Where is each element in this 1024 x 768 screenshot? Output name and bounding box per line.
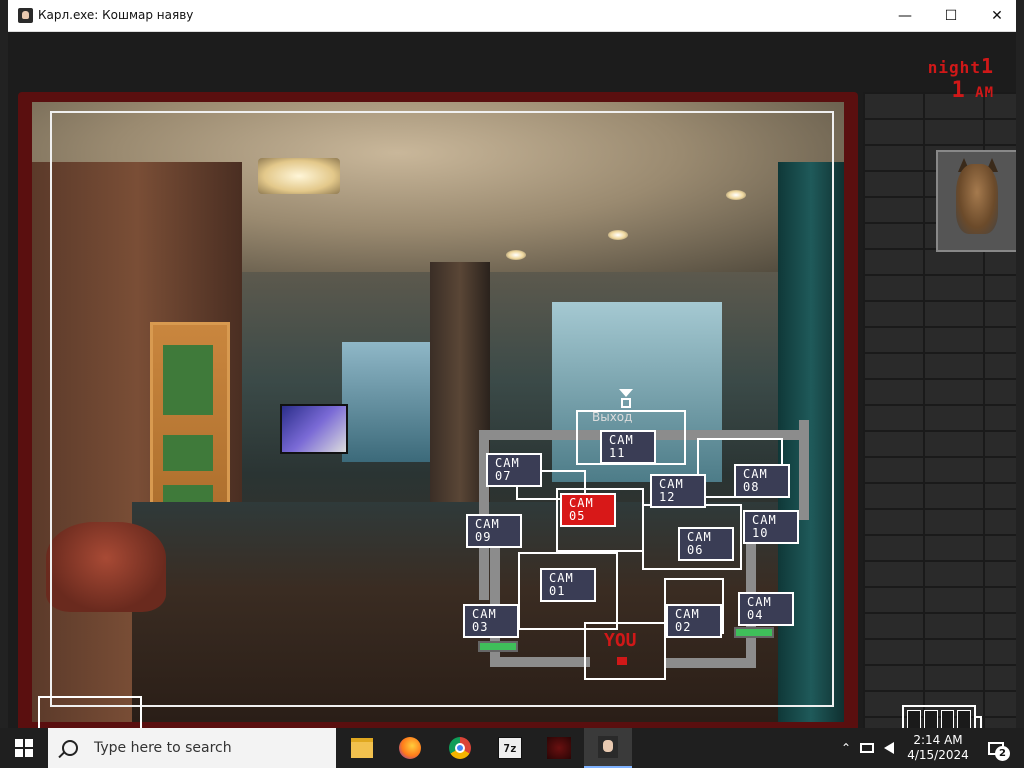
map-wall [490, 657, 590, 667]
active-app-button[interactable] [584, 728, 632, 768]
night-label: night [927, 58, 981, 77]
notification-count: 2 [995, 746, 1010, 761]
caracal-portrait [936, 150, 1016, 252]
maximize-button[interactable]: ☐ [928, 0, 974, 31]
cam-08-button[interactable]: CAM 08 [734, 464, 790, 498]
cam-10-button[interactable]: CAM 10 [743, 510, 799, 544]
cam-03-button[interactable]: CAM 03 [463, 604, 519, 638]
network-icon [860, 743, 874, 753]
cam-09-button[interactable]: CAM 09 [466, 514, 522, 548]
clock-time: 2:14 AM [913, 733, 963, 747]
map-wall [799, 420, 809, 520]
taskbar: Type here to search 7z ⌃ 2:14 AM 4/15/20… [0, 728, 1024, 768]
minimize-button[interactable]: — [882, 0, 928, 31]
exit-arrow-icon [619, 389, 633, 397]
7zip-button[interactable]: 7z [486, 728, 534, 768]
search-placeholder: Type here to search [94, 740, 232, 756]
show-hidden-icons-button[interactable]: ⌃ [838, 728, 854, 768]
game-app-button[interactable] [535, 728, 583, 768]
cam-04-button[interactable]: CAM 04 [738, 592, 794, 626]
hour-period: AM [975, 85, 994, 101]
hour-number: 1 [951, 78, 966, 103]
file-explorer-button[interactable] [338, 728, 386, 768]
night-number: 1 [980, 54, 994, 78]
map-wall [664, 658, 756, 668]
cam-11-button[interactable]: CAM 11 [600, 430, 656, 464]
cam-05-button[interactable]: CAM 05 [560, 493, 616, 527]
you-label: YOU [604, 630, 637, 651]
night-indicator: night1 1 AM [928, 54, 994, 103]
exit-marker [621, 398, 631, 408]
door-indicator [478, 641, 518, 652]
close-button[interactable]: ✕ [974, 0, 1020, 31]
window-title-bar[interactable]: Карл.exe: Кошмар наяву — ☐ ✕ [8, 0, 1016, 32]
game-app-icon [547, 737, 571, 759]
folder-icon [351, 738, 373, 758]
firefox-button[interactable] [386, 728, 434, 768]
notification-center-button[interactable]: 2 [976, 728, 1016, 768]
taskbar-search[interactable]: Type here to search [48, 728, 336, 768]
cam-06-button[interactable]: CAM 06 [678, 527, 734, 561]
clock-date: 4/15/2024 [907, 748, 969, 762]
windows-icon [15, 739, 33, 757]
door-indicator [734, 627, 774, 638]
search-icon [62, 740, 78, 756]
window-title: Карл.exe: Кошмар наяву [38, 8, 194, 22]
start-button[interactable] [0, 728, 48, 768]
network-button[interactable] [860, 728, 880, 768]
caracal-image [956, 164, 998, 234]
cam-01-button[interactable]: CAM 01 [540, 568, 596, 602]
firefox-icon [399, 737, 421, 759]
player-marker [617, 657, 627, 665]
clock[interactable]: 2:14 AM 4/15/2024 [906, 728, 970, 768]
volume-icon [884, 742, 894, 754]
karl-app-icon [598, 736, 618, 758]
cam-12-button[interactable]: CAM 12 [650, 474, 706, 508]
volume-button[interactable] [884, 728, 904, 768]
cam-02-button[interactable]: CAM 02 [666, 604, 722, 638]
chrome-icon [449, 737, 471, 759]
cam-07-button[interactable]: CAM 07 [486, 453, 542, 487]
7zip-icon: 7z [498, 737, 522, 759]
chrome-button[interactable] [436, 728, 484, 768]
app-icon [18, 8, 33, 23]
exit-label: Выход [592, 410, 633, 424]
